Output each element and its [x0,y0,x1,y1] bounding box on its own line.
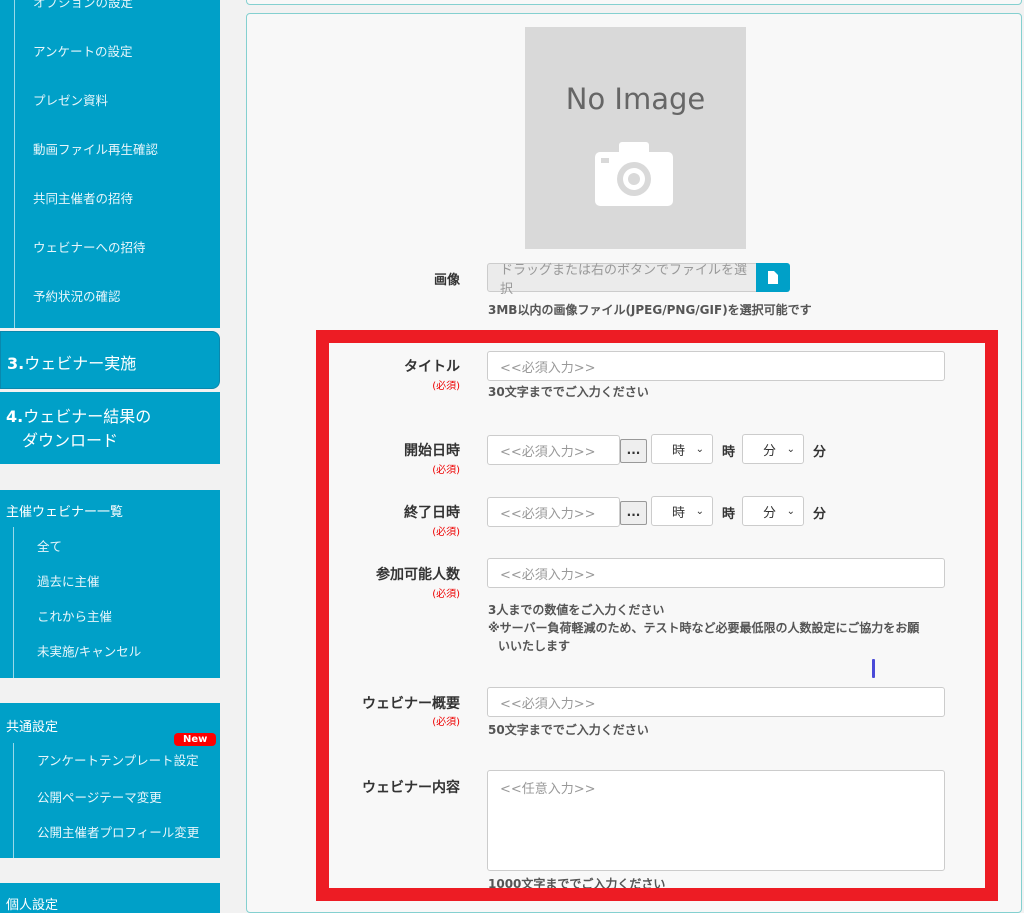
previous-card [246,0,1022,5]
sidebar-step3[interactable]: 3.ウェビナー実施 [0,331,220,389]
image-label: 画像 [433,273,460,288]
step-label: ウェビナー実施 [24,354,137,373]
sidebar-item-upcoming[interactable]: これから主催 [37,606,112,625]
file-icon [768,271,778,284]
step-label-2: ダウンロード [22,431,119,450]
sidebar-item-theme[interactable]: 公開ページテーマ変更 [37,787,162,806]
sidebar-item-options[interactable]: オプションの設定 [33,0,133,11]
personal-title[interactable]: 個人設定 [6,894,58,913]
new-badge: New [174,733,217,746]
step-number: 4. [6,407,24,426]
sidebar-item-survey-template[interactable]: アンケートテンプレート設定 [37,750,199,769]
highlight-box [316,330,998,901]
camera-icon [595,142,673,206]
sidebar-step2-submenu: オプションの設定 アンケートの設定 プレゼン資料 動画ファイル再生確認 共同主催… [0,0,220,328]
sidebar-personal-settings: 個人設定 [0,883,220,913]
sidebar-item-presentation[interactable]: プレゼン資料 [33,90,108,109]
sidebar-item-reservations[interactable]: 予約状況の確認 [33,286,121,305]
sidebar-item-host-profile[interactable]: 公開主催者プロフィール変更 [37,822,199,841]
submenu-line [14,0,15,328]
sidebar-item-past[interactable]: 過去に主催 [37,571,100,590]
sidebar-hosted-webinars: 主催ウェビナー一覧 全て 過去に主催 これから主催 未実施/キャンセル [0,490,220,678]
step-label: ウェビナー結果の [23,407,152,426]
file-select-button[interactable] [756,263,790,292]
image-preview: No Image [525,27,746,249]
image-file-input[interactable]: ドラッグまたは右のボタンでファイルを選択 [487,263,757,297]
sidebar-common-settings: 共通設定 アンケートテンプレート設定 公開ページテーマ変更 公開主催者プロフィー… [0,703,220,858]
submenu-line [13,743,14,858]
step-number: 3. [7,354,25,373]
hosted-title[interactable]: 主催ウェビナー一覧 [6,501,123,520]
common-title: 共通設定 [6,720,59,735]
sidebar-step4[interactable]: 4.ウェビナー結果の ダウンロード [0,392,220,464]
sidebar-item-cohost-invite[interactable]: 共同主催者の招待 [33,188,133,207]
sidebar-item-video-check[interactable]: 動画ファイル再生確認 [33,139,158,158]
sidebar-item-all[interactable]: 全て [37,536,62,555]
submenu-line [13,527,14,678]
sidebar-item-cancelled[interactable]: 未実施/キャンセル [37,641,141,660]
sidebar-item-webinar-invite[interactable]: ウェビナーへの招待 [33,237,146,256]
sidebar-item-survey[interactable]: アンケートの設定 [33,41,133,60]
image-hint: 3MB以内の画像ファイル(JPEG/PNG/GIF)を選択可能です [488,303,812,317]
no-image-text: No Image [565,82,706,116]
